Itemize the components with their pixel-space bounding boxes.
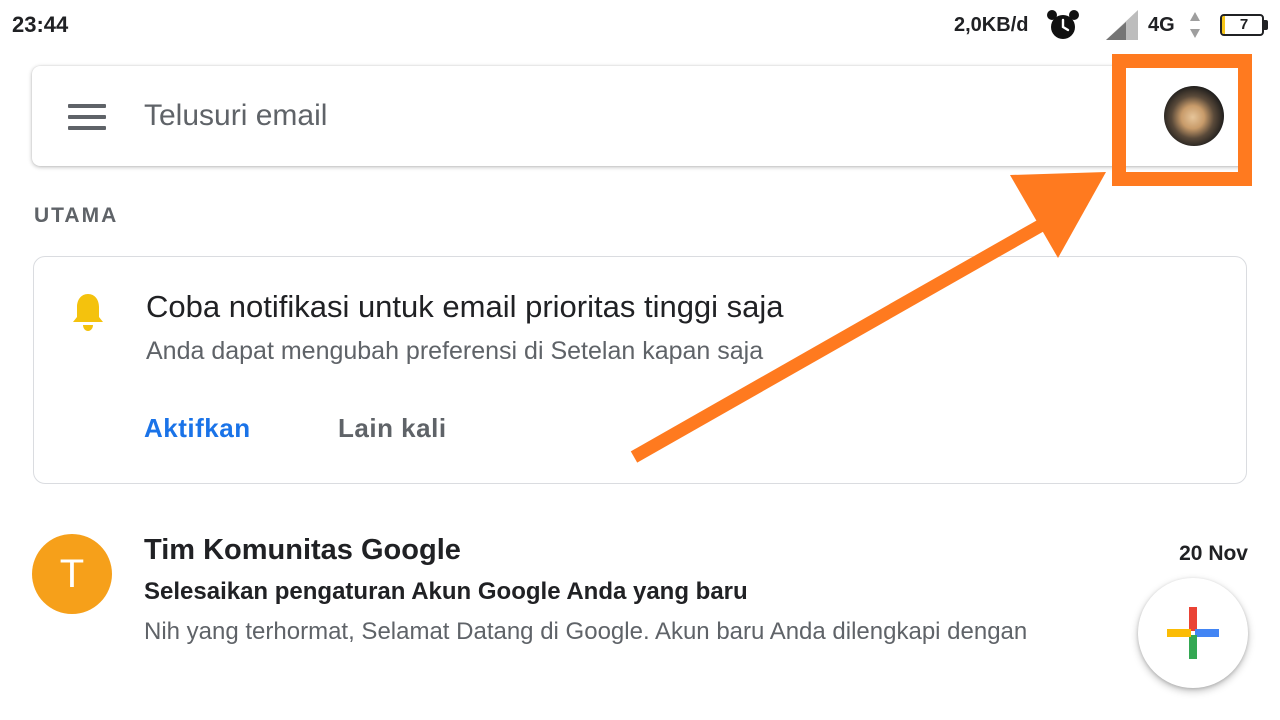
gmail-screen: 23:44 2,0KB/d 4G 7 Telusuri email UTAMA … xyxy=(0,0,1280,720)
notification-card-title: Coba notifikasi untuk email prioritas ti… xyxy=(146,289,784,324)
section-label-primary: UTAMA xyxy=(34,204,119,227)
search-bar[interactable] xyxy=(32,66,1248,166)
email-list-item[interactable]: T Tim Komunitas Google 20 Nov Selesaikan… xyxy=(0,520,1280,670)
status-time: 23:44 xyxy=(12,12,69,37)
bell-icon xyxy=(73,294,103,331)
annotation-highlight-box xyxy=(1112,54,1252,186)
search-input[interactable] xyxy=(144,94,1044,138)
battery-icon: 7 xyxy=(1220,14,1268,36)
data-activity-icon xyxy=(1190,12,1200,38)
status-network-type: 4G xyxy=(1148,14,1175,36)
signal-strength-icon xyxy=(1106,10,1138,40)
plus-icon xyxy=(1167,607,1219,659)
status-bar: 23:44 2,0KB/d 4G 7 xyxy=(0,0,1280,52)
alarm-clock-icon xyxy=(1047,10,1079,39)
sender-avatar: T xyxy=(32,534,112,614)
enable-button[interactable]: Aktifkan xyxy=(144,413,251,444)
compose-button[interactable] xyxy=(1138,578,1248,688)
email-date: 20 Nov xyxy=(1179,542,1248,565)
email-sender: Tim Komunitas Google xyxy=(144,534,461,566)
menu-icon[interactable] xyxy=(68,104,106,130)
later-button[interactable]: Lain kali xyxy=(338,413,447,444)
status-data-speed: 2,0KB/d xyxy=(954,14,1029,36)
email-subject: Selesaikan pengaturan Akun Google Anda y… xyxy=(144,578,748,605)
email-snippet: Nih yang terhormat, Selamat Datang di Go… xyxy=(144,618,1028,645)
battery-level: 7 xyxy=(1239,16,1249,33)
notification-prompt-card: Coba notifikasi untuk email prioritas ti… xyxy=(33,256,1247,484)
notification-card-subtitle: Anda dapat mengubah preferensi di Setela… xyxy=(146,337,764,365)
